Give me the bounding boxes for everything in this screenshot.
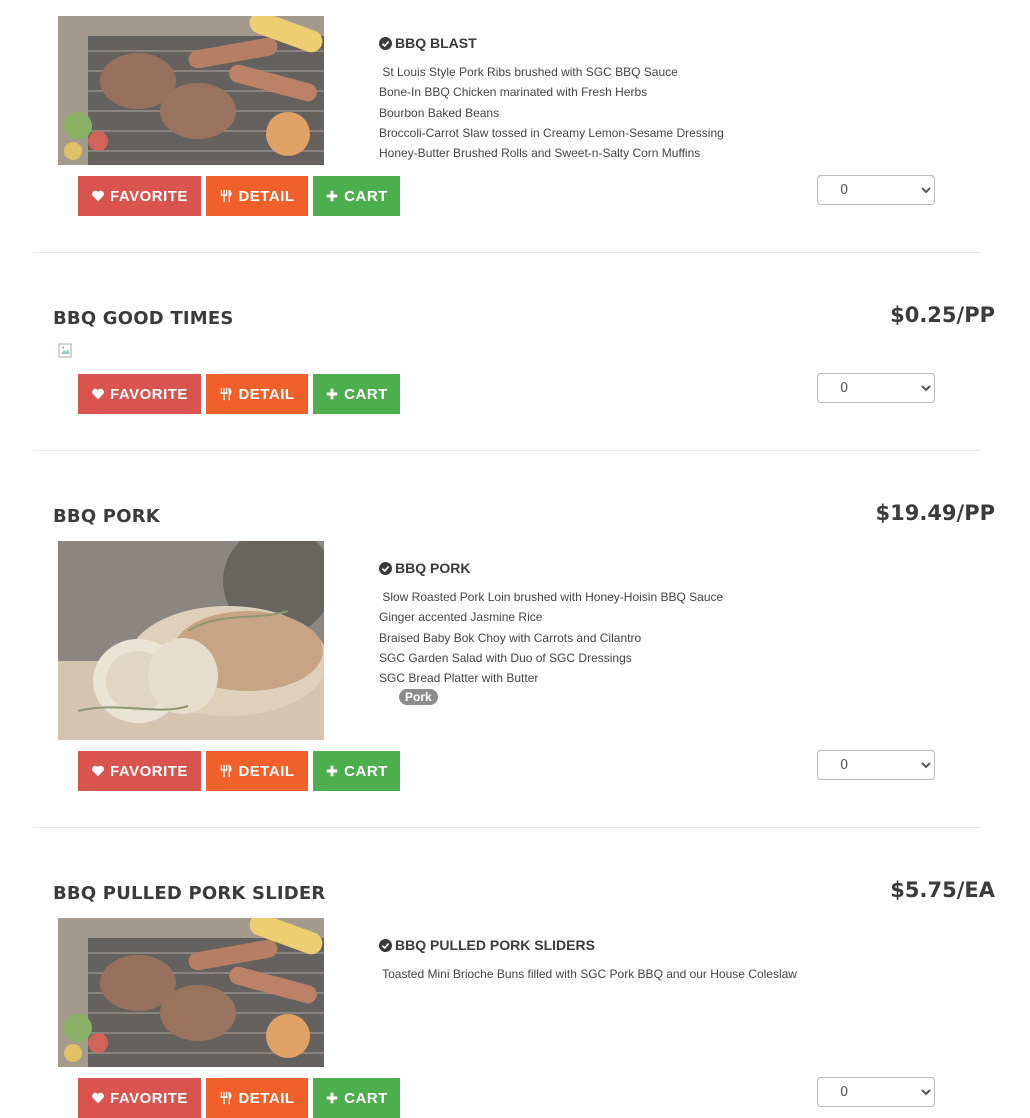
plus-icon [326, 190, 338, 202]
heart-icon [92, 1092, 104, 1104]
add-to-cart-button[interactable]: CART [313, 751, 400, 791]
quantity-select[interactable]: 0 [817, 175, 935, 205]
action-buttons: FAVORITE DETAIL CART [78, 176, 400, 216]
item-price: $19.49/PP [875, 501, 996, 525]
action-buttons: FAVORITE DETAIL CART [78, 374, 400, 414]
check-circle-icon [379, 561, 392, 575]
detail-button[interactable]: DETAIL [206, 751, 308, 791]
description: BBQ PULLED PORK SLIDERS Toasted Mini Bri… [379, 937, 879, 984]
plus-icon [326, 388, 338, 400]
description: BBQ BLAST St Louis Style Pork Ribs brush… [379, 35, 879, 163]
cart-label: CART [344, 762, 388, 780]
cart-label: CART [344, 1089, 388, 1107]
description-title: BBQ BLAST [379, 35, 879, 51]
description-line: Slow Roasted Pork Loin brushed with Hone… [379, 590, 724, 604]
grill-platter-image [58, 16, 324, 165]
detail-button[interactable]: DETAIL [206, 176, 308, 216]
description-line: Toasted Mini Brioche Buns filled with SG… [379, 967, 797, 981]
quantity-select[interactable]: 0 [817, 750, 935, 780]
favorite-button[interactable]: FAVORITE [78, 374, 201, 414]
item-title: BBQ GOOD TIMES [53, 308, 234, 329]
cart-label: CART [344, 187, 388, 205]
pork-loin-image [58, 541, 324, 740]
utensils-icon [221, 764, 232, 778]
detail-button[interactable]: DETAIL [206, 1078, 308, 1118]
heart-icon [92, 765, 104, 777]
broken-image-icon [58, 343, 74, 359]
description-line: Broccoli-Carrot Slaw tossed in Creamy Le… [379, 125, 724, 140]
item-price: $0.25/PP [890, 303, 995, 327]
heart-icon [92, 190, 104, 202]
description-line: Honey-Butter Brushed Rolls and Sweet-n-S… [379, 146, 701, 161]
plus-icon [326, 765, 338, 777]
description-title: BBQ PULLED PORK SLIDERS [379, 937, 879, 953]
favorite-button[interactable]: FAVORITE [78, 1078, 201, 1118]
detail-label: DETAIL [238, 187, 295, 205]
description-line: SGC Bread Platter with Butter [379, 671, 539, 686]
category-tag: Pork [399, 689, 438, 706]
description-title-text: BBQ PULLED PORK SLIDERS [395, 937, 595, 953]
check-circle-icon [379, 36, 392, 50]
divider [33, 252, 980, 253]
cart-label: CART [344, 385, 388, 403]
utensils-icon [221, 1091, 232, 1105]
description-title: BBQ PORK [379, 560, 879, 576]
quantity-select[interactable]: 0 [817, 373, 935, 403]
item-title: BBQ PORK [53, 506, 160, 527]
detail-label: DETAIL [238, 762, 295, 780]
description: BBQ PORK Slow Roasted Pork Loin brushed … [379, 560, 879, 706]
favorite-label: FAVORITE [110, 187, 188, 205]
add-to-cart-button[interactable]: CART [313, 176, 400, 216]
detail-label: DETAIL [238, 385, 295, 403]
detail-label: DETAIL [238, 1089, 295, 1107]
heart-icon [92, 388, 104, 400]
action-buttons: FAVORITE DETAIL CART [78, 1078, 400, 1118]
description-line: Bourbon Baked Beans [379, 105, 500, 120]
description-title-text: BBQ PORK [395, 560, 471, 576]
action-buttons: FAVORITE DETAIL CART [78, 751, 400, 791]
description-line: SGC Garden Salad with Duo of SGC Dressin… [379, 650, 632, 665]
description-title-text: BBQ BLAST [395, 35, 477, 51]
description-line: Braised Baby Bok Choy with Carrots and C… [379, 630, 642, 645]
check-circle-icon [379, 938, 392, 952]
favorite-label: FAVORITE [110, 762, 188, 780]
utensils-icon [221, 189, 232, 203]
add-to-cart-button[interactable]: CART [313, 1078, 400, 1118]
grill-platter-image [58, 918, 324, 1067]
item-price: $5.75/EA [890, 878, 995, 902]
plus-icon [326, 1092, 338, 1104]
add-to-cart-button[interactable]: CART [313, 374, 400, 414]
description-line: Ginger accented Jasmine Rice [379, 610, 543, 625]
favorite-label: FAVORITE [110, 1089, 188, 1107]
utensils-icon [221, 387, 232, 401]
divider [33, 827, 980, 828]
divider [33, 450, 980, 451]
description-line: St Louis Style Pork Ribs brushed with SG… [379, 65, 678, 79]
detail-button[interactable]: DETAIL [206, 374, 308, 414]
item-title: BBQ PULLED PORK SLIDER [53, 883, 326, 904]
favorite-button[interactable]: FAVORITE [78, 751, 201, 791]
quantity-select[interactable]: 0 [817, 1077, 935, 1107]
favorite-button[interactable]: FAVORITE [78, 176, 201, 216]
description-line: Bone-In BBQ Chicken marinated with Fresh… [379, 85, 648, 100]
favorite-label: FAVORITE [110, 385, 188, 403]
